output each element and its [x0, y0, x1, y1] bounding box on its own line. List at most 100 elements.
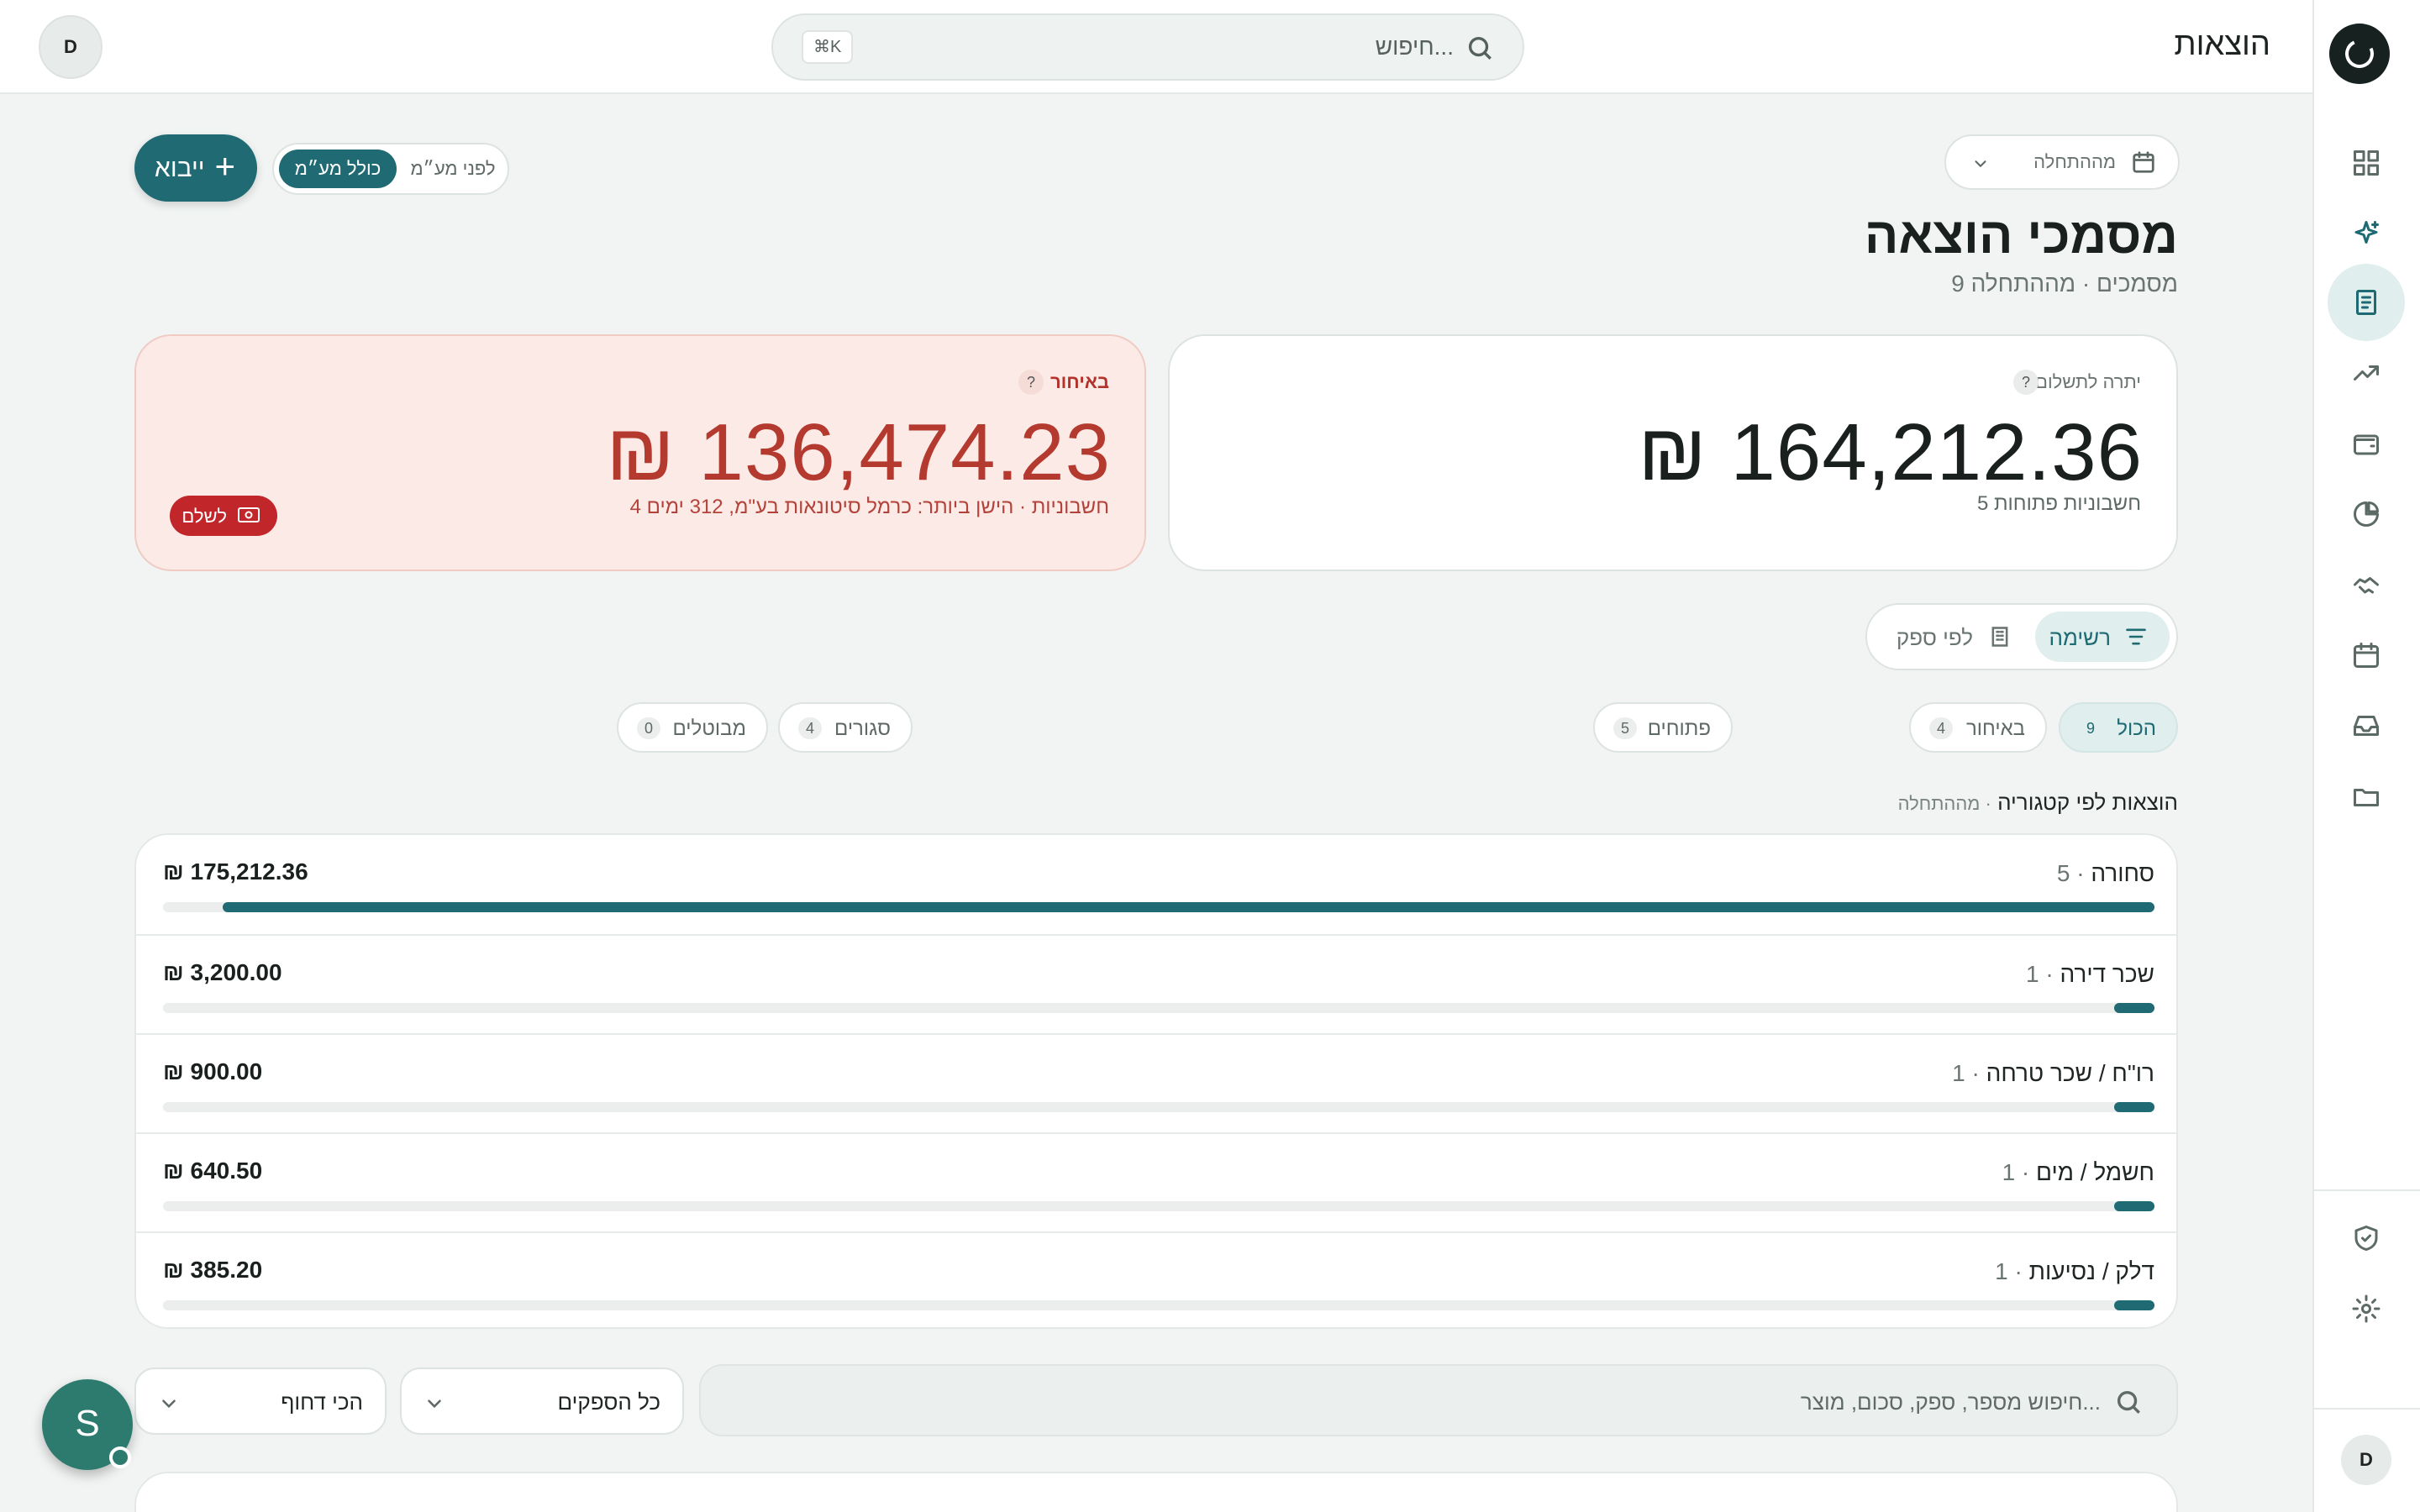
vendor-select[interactable]: כל הספקים: [400, 1368, 684, 1435]
overdue-note: 4 חשבוניות · הישן ביותר: כרמל סיטונאות ב…: [629, 496, 1109, 518]
document-search-input[interactable]: חיפוש מספר, ספק, סכום, מוצר...: [699, 1364, 2178, 1436]
category-heading-sub: · מההתחלה: [1897, 793, 1991, 814]
overdue-amount: ₪ 136,474.23: [606, 407, 1111, 497]
assistant-initial: S: [75, 1403, 100, 1444]
sidebar-item-calendar[interactable]: [2328, 617, 2405, 694]
status-chip-closed[interactable]: סגורים 4: [778, 702, 913, 753]
sidebar-item-settings[interactable]: [2328, 1270, 2405, 1347]
trending-up-icon: [2354, 365, 2379, 381]
chip-label: פתוחים: [1647, 717, 1711, 740]
category-amount: ₪ 385.20: [163, 1257, 263, 1283]
category-row[interactable]: רו"ח / שכר טרחה · 1 ₪ 900.00: [136, 1033, 2176, 1132]
sidebar-item-wallet[interactable]: [2328, 405, 2405, 482]
category-amount: ₪ 640.50: [163, 1158, 263, 1184]
calendar-icon: [2354, 643, 2379, 668]
sidebar-item-deals[interactable]: [2328, 546, 2405, 623]
app-title: הוצאות: [2174, 27, 2270, 62]
help-icon[interactable]: ?: [2013, 370, 2039, 395]
sidebar-divider: [2312, 1189, 2420, 1191]
import-button[interactable]: + ייבוא: [134, 134, 257, 202]
category-count: · 1: [2002, 1159, 2030, 1185]
category-row[interactable]: סחורה · 5 ₪ 175,212.36: [136, 835, 2176, 934]
search-icon: [2114, 1388, 2143, 1416]
chip-label: מבוטלים: [672, 717, 747, 740]
vat-included-option[interactable]: כולל מע״מ: [279, 150, 397, 188]
wallet-icon: [2354, 434, 2379, 455]
view-switch: רשימה לפי ספק: [1865, 603, 2178, 670]
sort-select[interactable]: הכי דחוף: [134, 1368, 387, 1435]
view-list-label: רשימה: [2049, 625, 2111, 650]
category-name: חשמל / מים · 1: [2002, 1159, 2154, 1186]
plus-icon: +: [214, 146, 235, 186]
vendor-select-value: כל הספקים: [557, 1389, 660, 1415]
category-row[interactable]: חשמל / מים · 1 ₪ 640.50: [136, 1132, 2176, 1231]
page-subtitle: 9 מסמכים · מההתחלה: [1951, 270, 2178, 297]
category-row[interactable]: דלק / נסיעות · 1 ₪ 385.20: [136, 1231, 2176, 1327]
category-bar-track: [163, 1003, 2154, 1013]
vat-before-option[interactable]: לפני מע״מ: [400, 150, 506, 188]
app-logo[interactable]: [2329, 24, 2390, 84]
balance-label: יתרה לתשלום: [2035, 371, 2141, 392]
view-list-option[interactable]: רשימה: [2035, 612, 2170, 662]
sidebar-item-ai[interactable]: [2328, 195, 2405, 272]
category-count: · 1: [2025, 961, 2054, 987]
sidebar-item-documents[interactable]: [2328, 758, 2405, 835]
search-shortcut-badge: ⌘K: [802, 30, 854, 64]
status-chip-all[interactable]: הכול 9: [2059, 702, 2178, 753]
category-name: רו"ח / שכר טרחה · 1: [1952, 1060, 2154, 1087]
pie-chart-icon: [2354, 501, 2379, 527]
sort-select-value: הכי דחוף: [281, 1389, 363, 1415]
global-search-placeholder: חיפוש...: [1375, 34, 1454, 60]
category-bar-fill: [2114, 1300, 2154, 1310]
sidebar: D: [2312, 0, 2420, 1512]
category-amount: ₪ 3,200.00: [163, 959, 282, 985]
status-chip-cancelled[interactable]: מבוטלים 0: [617, 702, 768, 753]
chip-count: 0: [637, 717, 660, 739]
receipt-icon: [2356, 290, 2376, 315]
chevron-down-icon: [158, 1393, 180, 1415]
balance-note: 5 חשבוניות פתוחות: [1976, 492, 2141, 515]
category-bar-track: [163, 1102, 2154, 1112]
sidebar-item-inbox[interactable]: [2328, 687, 2405, 764]
assistant-button[interactable]: S: [42, 1379, 133, 1470]
date-range-select[interactable]: מההתחלה: [1944, 134, 2180, 190]
date-range-label: מההתחלה: [2033, 151, 2116, 172]
dashboard-icon: [2354, 150, 2379, 176]
document-search-placeholder: חיפוש מספר, ספק, סכום, מוצר...: [1800, 1389, 2101, 1415]
category-label: שכר דירה: [2060, 961, 2154, 987]
category-amount: ₪ 900.00: [163, 1058, 263, 1084]
help-icon[interactable]: ?: [1018, 370, 1044, 395]
cash-icon: [237, 506, 260, 524]
sidebar-item-dashboard[interactable]: [2328, 124, 2405, 202]
view-vendor-option[interactable]: לפי ספק: [1877, 612, 2028, 662]
pay-button[interactable]: לשלם: [170, 496, 277, 536]
user-avatar[interactable]: D: [39, 15, 103, 79]
sidebar-divider: [2312, 1408, 2420, 1410]
building-icon: [1988, 625, 2012, 648]
category-name: סחורה · 5: [2057, 860, 2154, 887]
category-row[interactable]: שכר דירה · 1 ₪ 3,200.00: [136, 934, 2176, 1033]
sidebar-item-income[interactable]: [2328, 334, 2405, 412]
category-heading: הוצאות לפי קטגוריה · מההתחלה: [1898, 790, 2178, 816]
sidebar-item-security[interactable]: [2328, 1200, 2405, 1277]
status-chip-open[interactable]: פתוחים 5: [1593, 702, 1733, 753]
status-chip-overdue[interactable]: באיחור 4: [1909, 702, 2047, 753]
category-count: · 5: [2056, 860, 2085, 886]
status-dot: [109, 1446, 131, 1468]
sidebar-user-avatar[interactable]: D: [2341, 1435, 2391, 1485]
global-search[interactable]: חיפוש... ⌘K: [771, 13, 1524, 81]
category-heading-title: הוצאות לפי קטגוריה: [1997, 790, 2178, 815]
sidebar-item-expenses[interactable]: [2328, 264, 2405, 341]
chip-label: סגורים: [834, 717, 891, 740]
category-bar-track: [163, 1201, 2154, 1211]
sidebar-item-reports[interactable]: [2328, 475, 2405, 553]
category-count: · 1: [1995, 1258, 2023, 1284]
category-bar-fill: [2114, 1003, 2154, 1013]
filter-lines-icon: [2124, 626, 2148, 648]
folder-icon: [2354, 789, 2379, 806]
category-label: דלק / נסיעות: [2028, 1258, 2154, 1284]
chip-count: 5: [1613, 717, 1637, 739]
category-amount: ₪ 175,212.36: [163, 858, 308, 885]
chip-count: 4: [1929, 717, 1953, 739]
page-title: מסמכי הוצאה: [1864, 207, 2178, 264]
